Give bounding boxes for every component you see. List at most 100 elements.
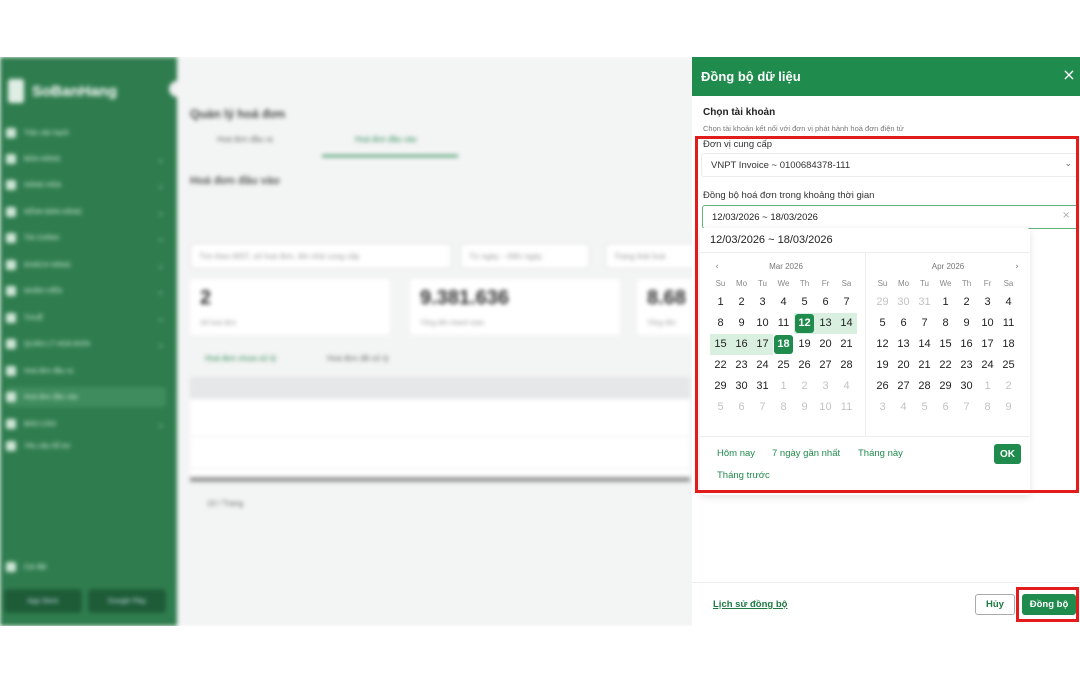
subtab-processed[interactable]: Hoá đơn đã xử lý [327, 354, 389, 363]
calendar-day[interactable]: 26 [872, 376, 893, 397]
calendar-day[interactable]: 27 [893, 376, 914, 397]
date-range-input[interactable] [702, 205, 1078, 229]
calendar-day[interactable]: 20 [893, 355, 914, 376]
calendar-day[interactable]: 29 [935, 376, 956, 397]
calendar-day[interactable]: 11 [773, 313, 794, 334]
sidebar-item[interactable]: Trần văn hạnh [6, 123, 166, 143]
calendar-day[interactable]: 31 [752, 376, 773, 397]
sidebar-item[interactable]: NHÂN VIÊN ⌄ [6, 281, 166, 301]
calendar-day[interactable]: 17 [752, 334, 773, 355]
calendar-day[interactable]: 9 [998, 397, 1019, 418]
calendar-day[interactable]: 2 [731, 292, 752, 313]
calendar-day[interactable]: 2 [998, 376, 1019, 397]
calendar-day[interactable]: 3 [752, 292, 773, 313]
calendar-day[interactable]: 25 [998, 355, 1019, 376]
sidebar-item[interactable]: BÁO CÁO ⌄ [6, 414, 166, 434]
calendar-day[interactable]: 4 [836, 376, 857, 397]
preset-this-month[interactable]: Tháng này [858, 448, 903, 459]
calendar-day[interactable]: 10 [752, 313, 773, 334]
calendar-day[interactable]: 6 [815, 292, 836, 313]
sidebar-item[interactable]: Hoá đơn đầu vào [6, 387, 166, 407]
calendar-day[interactable]: 24 [977, 355, 998, 376]
calendar-day[interactable]: 18 [998, 334, 1019, 355]
calendar-day[interactable]: 6 [893, 313, 914, 334]
calendar-day[interactable]: 13 [893, 334, 914, 355]
calendar-day[interactable]: 12 [872, 334, 893, 355]
sidebar-item[interactable]: TÀI CHÍNH ⌄ [6, 228, 166, 248]
calendar-day[interactable]: 29 [872, 292, 893, 313]
calendar-day[interactable]: 14 [914, 334, 935, 355]
calendar-day[interactable]: 26 [794, 355, 815, 376]
search-input[interactable]: Tìm theo MST, số hoá đơn, tên nhà cung c… [190, 243, 452, 269]
cancel-button[interactable]: Hủy [975, 594, 1015, 615]
sidebar-item[interactable]: BÁN HÀNG ⌄ [6, 149, 166, 169]
prev-month-icon[interactable]: ‹ [710, 260, 724, 274]
sidebar-item[interactable]: HÀNG HÓA ⌄ [6, 175, 166, 195]
calendar-day[interactable]: 30 [893, 292, 914, 313]
sidebar-item[interactable]: KÊNH BÁN HÀNG ⌄ [6, 202, 166, 222]
calendar-day[interactable]: 15 [935, 334, 956, 355]
calendar-day[interactable]: 5 [872, 313, 893, 334]
calendar-day[interactable]: 1 [710, 292, 731, 313]
calendar-day[interactable]: 22 [935, 355, 956, 376]
calendar-day[interactable]: 8 [773, 397, 794, 418]
google-play-badge[interactable]: Google Play [88, 589, 166, 613]
tab-input-invoices[interactable]: Hoá đơn đầu vào [355, 135, 417, 144]
calendar-day[interactable]: 13 [815, 313, 836, 334]
close-icon[interactable]: × [1060, 66, 1078, 84]
calendar-day[interactable]: 9 [956, 313, 977, 334]
calendar-day[interactable]: 25 [773, 355, 794, 376]
calendar-day[interactable]: 4 [998, 292, 1019, 313]
calendar-day[interactable]: 11 [998, 313, 1019, 334]
calendar-day[interactable]: 2 [956, 292, 977, 313]
calendar-day[interactable]: 7 [914, 313, 935, 334]
calendar-day[interactable]: 14 [836, 313, 857, 334]
calendar-day[interactable]: 15 [710, 334, 731, 355]
preset-today[interactable]: Hôm nay [717, 448, 755, 459]
calendar-day[interactable]: 28 [836, 355, 857, 376]
horizontal-scrollbar[interactable] [190, 477, 690, 482]
clear-icon[interactable]: × [1062, 210, 1070, 221]
calendar-day[interactable]: 1 [977, 376, 998, 397]
calendar-day[interactable]: 7 [836, 292, 857, 313]
subtab-unprocessed[interactable]: Hoá đơn chưa xử lý [205, 354, 276, 363]
table-row[interactable] [190, 439, 690, 469]
picker-ok-button[interactable]: OK [994, 444, 1021, 464]
calendar-day[interactable]: 7 [956, 397, 977, 418]
calendar-day[interactable]: 6 [935, 397, 956, 418]
date-filter[interactable]: Từ ngày – Đến ngày [460, 243, 590, 269]
app-store-badge[interactable]: App Store [4, 589, 82, 613]
calendar-day[interactable]: 28 [914, 376, 935, 397]
calendar-day[interactable]: 3 [872, 397, 893, 418]
calendar-day[interactable]: 7 [752, 397, 773, 418]
calendar-day[interactable]: 27 [815, 355, 836, 376]
calendar-day[interactable]: 24 [752, 355, 773, 376]
calendar-day[interactable]: 17 [977, 334, 998, 355]
calendar-day[interactable]: 3 [977, 292, 998, 313]
calendar-day[interactable]: 5 [794, 292, 815, 313]
calendar-day[interactable]: 21 [914, 355, 935, 376]
calendar-day[interactable]: 5 [914, 397, 935, 418]
calendar-day[interactable]: 8 [977, 397, 998, 418]
calendar-day[interactable]: 4 [773, 292, 794, 313]
calendar-day[interactable]: 10 [977, 313, 998, 334]
calendar-day[interactable]: 31 [914, 292, 935, 313]
calendar-day[interactable]: 9 [731, 313, 752, 334]
calendar-day[interactable]: 21 [836, 334, 857, 355]
calendar-day[interactable]: 9 [794, 397, 815, 418]
page-size-select[interactable]: 10 / Trang [207, 499, 243, 508]
sync-history-link[interactable]: Lịch sử đồng bộ [713, 599, 787, 610]
calendar-day[interactable]: 29 [710, 376, 731, 397]
sidebar-item[interactable]: KHÁCH HÀNG ⌄ [6, 255, 166, 275]
preset-last-month[interactable]: Tháng trước [717, 470, 770, 481]
calendar-day[interactable]: 30 [956, 376, 977, 397]
calendar-day[interactable]: 20 [815, 334, 836, 355]
calendar-day[interactable]: 1 [773, 376, 794, 397]
calendar-day[interactable]: 16 [731, 334, 752, 355]
calendar-day[interactable]: 23 [956, 355, 977, 376]
calendar-day[interactable]: 5 [710, 397, 731, 418]
sidebar-item[interactable]: THUẾ ⌄ [6, 308, 166, 328]
calendar-day[interactable]: 1 [935, 292, 956, 313]
sidebar-item[interactable]: QUẢN LÝ HOÁ ĐƠN ⌄ [6, 334, 166, 354]
calendar-day[interactable]: 23 [731, 355, 752, 376]
